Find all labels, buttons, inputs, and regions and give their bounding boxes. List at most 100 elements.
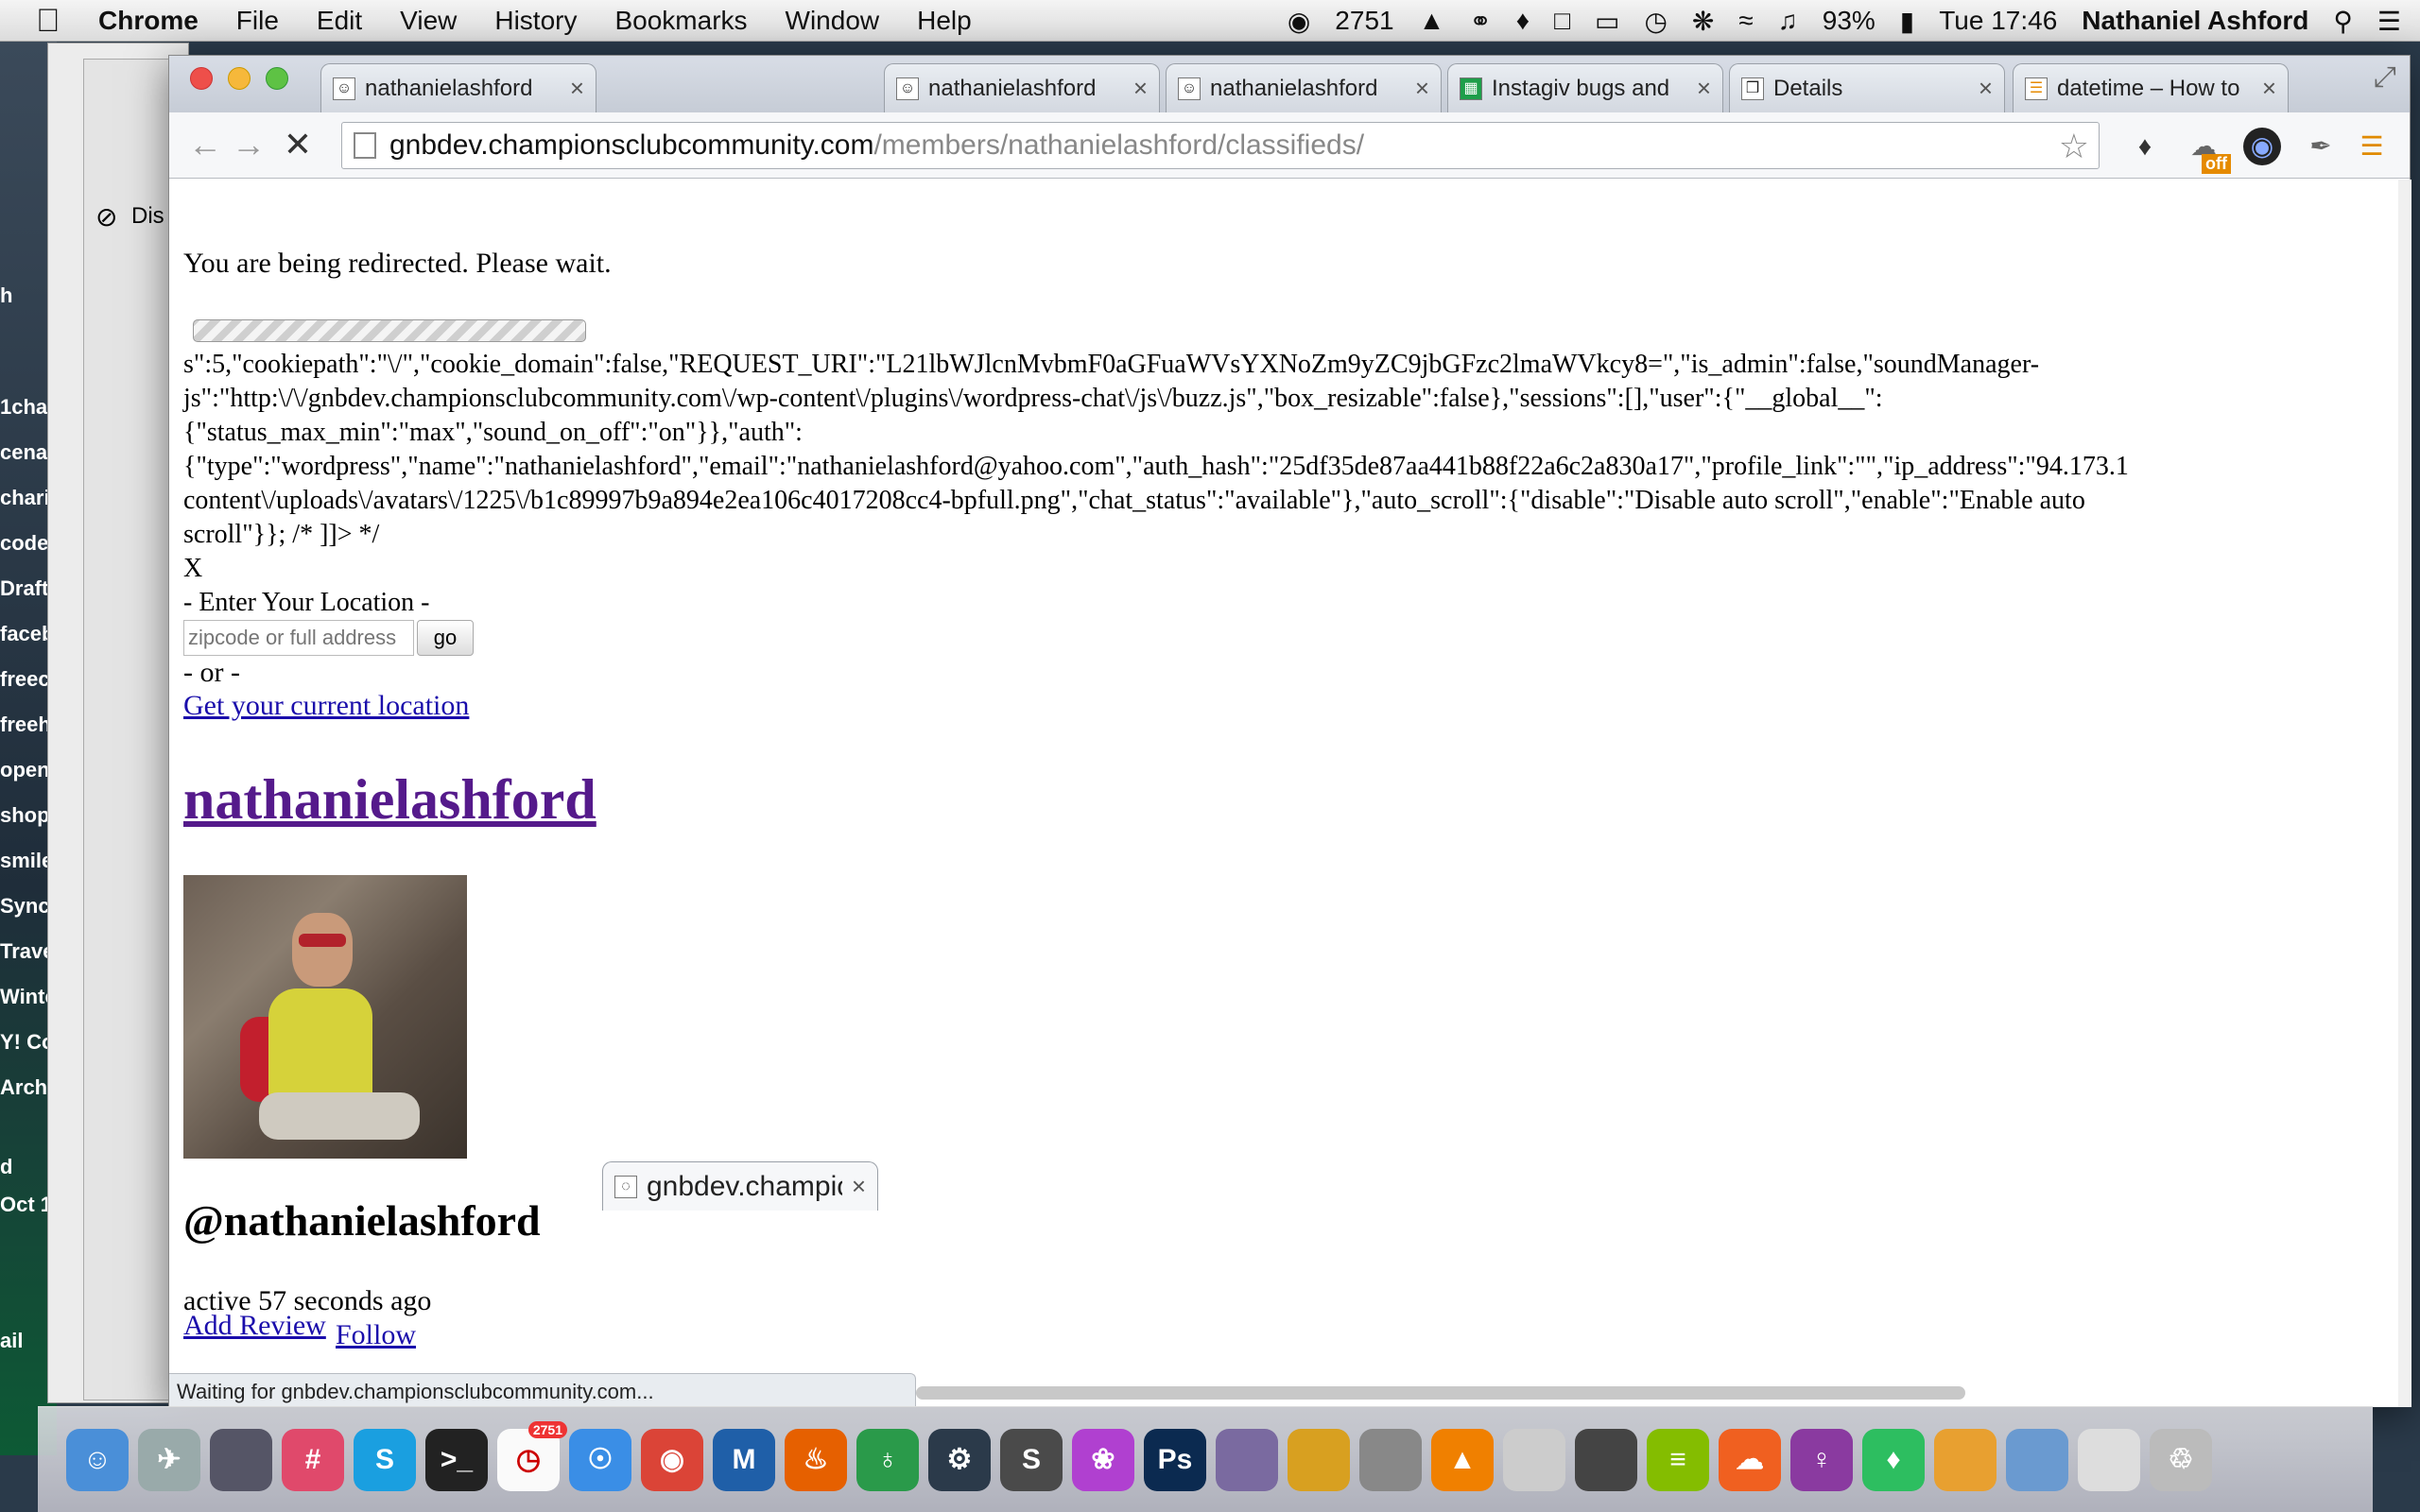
drive-icon[interactable]: ▲ (1419, 6, 1445, 36)
sidebar-label[interactable]: Draft (0, 576, 53, 601)
sidebar-label[interactable]: freeh (0, 713, 53, 737)
sidebar-label[interactable]: ail (0, 1329, 53, 1353)
notification-center-icon[interactable]: ☰ (2377, 6, 2401, 37)
headphones-icon[interactable]: ⚭ (1469, 6, 1491, 37)
sidebar-label[interactable]: Sync (0, 894, 53, 919)
launchpad-icon[interactable]: ✈ (138, 1428, 200, 1491)
time-machine-icon[interactable]: ◷ (1644, 6, 1667, 37)
tab-3[interactable]: ☺ nathanielashford × (884, 63, 1160, 112)
sidebar-label[interactable]: Oct 1 (0, 1193, 53, 1217)
cloud-icon[interactable]: ☁ (1719, 1428, 1781, 1491)
menu-icon[interactable]: ☰ (2353, 128, 2391, 165)
vlc-icon[interactable]: ▲ (1431, 1428, 1494, 1491)
close-tab-icon[interactable]: × (2262, 74, 2276, 103)
current-location-link[interactable]: Get your current location (183, 690, 469, 722)
app-icon[interactable] (210, 1428, 272, 1491)
sidebar-label[interactable]: open (0, 758, 53, 782)
menu-history[interactable]: History (494, 6, 577, 36)
mail-status-icon[interactable]: ◉ (1288, 6, 1310, 37)
sidebar-label[interactable]: faceb (0, 622, 53, 646)
firefox-icon[interactable]: ♨ (785, 1428, 847, 1491)
evernote-extension-icon[interactable]: ♦ (2126, 128, 2164, 165)
preview-icon[interactable] (1216, 1428, 1278, 1491)
maxthon-icon[interactable]: M (713, 1428, 775, 1491)
menu-view[interactable]: View (400, 6, 457, 36)
close-tab-icon[interactable]: × (1133, 74, 1148, 103)
clock[interactable]: Tue 17:46 (1939, 6, 2057, 36)
tab-6[interactable]: ❒ Details × (1729, 63, 2005, 112)
status-count[interactable]: 2751 (1335, 6, 1393, 36)
tab-2[interactable]: ◌ gnbdev.champion × (602, 1161, 878, 1211)
safari-icon[interactable]: ☉ (569, 1428, 631, 1491)
battery-percent[interactable]: 93% (1823, 6, 1876, 36)
globe-icon[interactable]: ♁ (856, 1428, 919, 1491)
stop-button[interactable]: ✕ (279, 126, 317, 163)
add-review-link[interactable]: Add Review (183, 1310, 326, 1342)
battery-icon[interactable]: ▮ (1900, 6, 1914, 37)
evernote-icon[interactable]: ♦ (1862, 1428, 1925, 1491)
calendar-icon[interactable]: ◷ 2751 (497, 1420, 567, 1491)
joystick-icon[interactable] (1359, 1428, 1422, 1491)
venus-icon[interactable]: ♀ (1790, 1428, 1853, 1491)
profile-avatar[interactable] (183, 875, 467, 1159)
sidebar-label[interactable]: h (0, 284, 53, 308)
zoom-window-button[interactable] (266, 67, 288, 90)
menu-file[interactable]: File (236, 6, 279, 36)
apple-menu-icon[interactable]:  (36, 4, 70, 38)
tab-1[interactable]: ☺ nathanielashford × (320, 63, 596, 112)
profile-username-link[interactable]: nathanielashford (183, 767, 596, 833)
transmit-icon[interactable] (1288, 1428, 1350, 1491)
horizontal-scrollbar[interactable] (916, 1386, 1965, 1400)
menu-help[interactable]: Help (917, 6, 972, 36)
sidebar-label[interactable]: smile (0, 849, 53, 873)
spotlight-icon[interactable]: ⚲ (2333, 6, 2353, 37)
sidebar-label[interactable]: d (0, 1155, 53, 1179)
bluetooth-icon[interactable]: ❋ (1692, 6, 1714, 37)
close-window-button[interactable] (190, 67, 213, 90)
truck-icon[interactable]: □ (1554, 6, 1570, 36)
tab-5[interactable]: ▦ Instagiv bugs and × (1447, 63, 1723, 112)
sidebar-label[interactable]: Winte (0, 985, 53, 1009)
sidebar-label[interactable]: Arch (0, 1075, 53, 1100)
eyedropper-extension-icon[interactable]: ✒ (2302, 128, 2340, 165)
sublime-icon[interactable]: S (1000, 1428, 1063, 1491)
follow-link[interactable]: Follow (336, 1319, 416, 1351)
color-extension-icon[interactable]: ◉ (2243, 128, 2281, 165)
location-input[interactable] (183, 620, 414, 656)
chrome-icon[interactable]: ◉ (641, 1428, 703, 1491)
pages-icon[interactable] (1934, 1428, 1996, 1491)
sidebar-label[interactable]: chari (0, 486, 53, 510)
user-name[interactable]: Nathaniel Ashford (2082, 6, 2308, 36)
skype-icon[interactable]: S (354, 1428, 416, 1491)
bookmark-star-icon[interactable]: ☆ (2059, 127, 2089, 166)
tab-7[interactable]: ☰ datetime – How to × (2013, 63, 2289, 112)
close-tab-icon[interactable]: × (570, 74, 584, 103)
sidebar-label[interactable]: code (0, 531, 53, 556)
trash-icon[interactable]: ♲ (2150, 1428, 2212, 1491)
sidebar-label[interactable]: Trave (0, 939, 53, 964)
go-button[interactable]: go (417, 620, 474, 656)
close-tab-icon[interactable]: × (1415, 74, 1429, 103)
minimize-window-button[interactable] (228, 67, 251, 90)
sidebar-label[interactable]: cena (0, 440, 53, 465)
app-menu[interactable]: Chrome (98, 6, 199, 36)
sync-icon[interactable] (1575, 1428, 1637, 1491)
close-tab-icon[interactable]: × (852, 1172, 866, 1201)
forward-button[interactable]: → (230, 126, 268, 163)
tab-4[interactable]: ☺ nathanielashford × (1166, 63, 1442, 112)
photo-icon[interactable] (2006, 1428, 2068, 1491)
menu-window[interactable]: Window (786, 6, 880, 36)
sidebar-label[interactable]: 1cha (0, 395, 53, 420)
terminal-icon[interactable]: >_ (425, 1428, 488, 1491)
airplay-icon[interactable]: ▭ (1595, 6, 1619, 37)
address-bar[interactable]: gnbdev.championsclubcommunity.com/member… (341, 122, 2100, 169)
menu-edit[interactable]: Edit (317, 6, 362, 36)
sidebar-label[interactable]: freec (0, 667, 53, 692)
phone-icon[interactable] (1503, 1428, 1565, 1491)
spotify-icon[interactable]: ≡ (1647, 1428, 1709, 1491)
back-button[interactable]: ← (186, 126, 224, 163)
close-x[interactable]: X (183, 552, 2395, 586)
fullscreen-icon[interactable]: ⤢ (2374, 61, 2396, 94)
document-stack-icon[interactable] (2078, 1428, 2140, 1491)
flower-icon[interactable]: ❀ (1072, 1428, 1134, 1491)
